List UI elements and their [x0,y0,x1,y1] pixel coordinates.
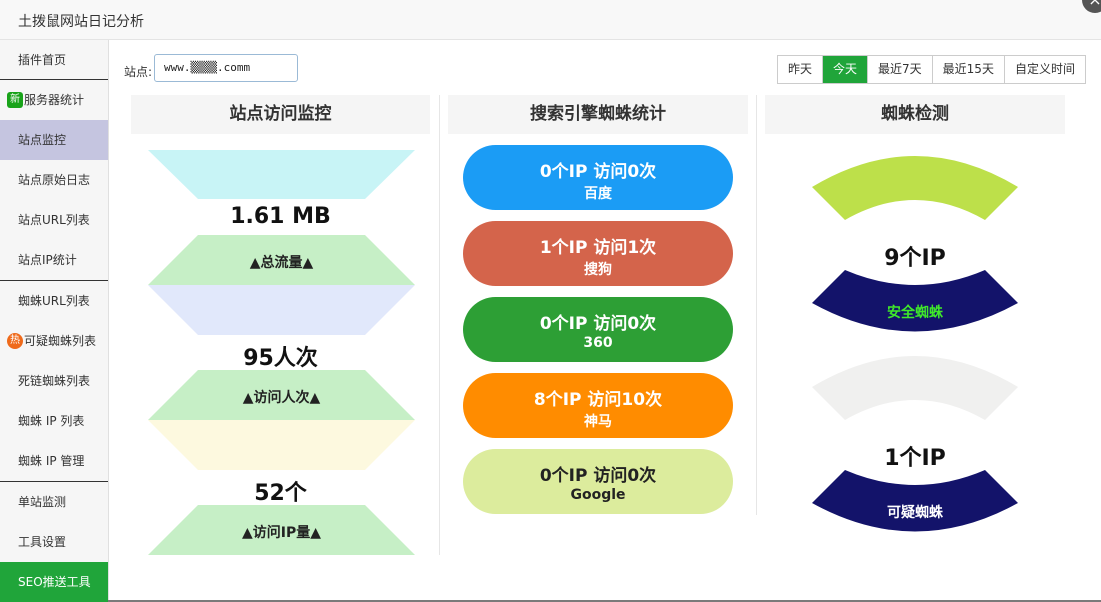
sogou-name: 搜狗 [584,262,612,278]
traffic-funnel-top [148,150,415,199]
shenma-stats: 8个IP 访问10次 [533,390,663,410]
plugin-window: 土拨鼠网站日记分析 × 插件首页 新服务器统计 站点监控 站点原始日志 站点UR… [0,0,1101,602]
baidu-name: 百度 [584,186,612,202]
ip-label: ▲访问IP量▲ [241,525,321,541]
sogou-pill[interactable]: 1个IP 访问1次搜狗 [463,221,733,286]
traffic-label: ▲总流量▲ [249,255,314,271]
suspicious-spider-count: 1个IP [884,446,946,471]
safe-arc-top [812,156,1018,220]
suspicious-spider-label[interactable]: 可疑蜘蛛 [812,502,1018,522]
suspicious-arc-bottom [812,470,1018,532]
shenma-pill[interactable]: 8个IP 访问10次神马 [463,373,733,438]
sogou-stats: 1个IP 访问1次 [539,238,657,258]
visits-value: 95人次 [243,346,318,371]
ip-funnel-top [148,420,415,470]
safe-spider-count: 9个IP [884,246,946,271]
visits-label: ▲访问人次▲ [242,390,321,406]
so360-name: 360 [583,335,613,351]
suspicious-arc-top [812,356,1018,420]
so360-pill[interactable]: 0个IP 访问0次 360 [463,297,733,362]
shenma-name: 神马 [584,414,612,430]
google-stats: 0个IP 访问0次 [539,466,657,486]
visits-funnel-top [148,285,415,335]
safe-spider-label[interactable]: 安全蜘蛛 [812,302,1018,322]
baidu-stats: 0个IP 访问0次 [539,162,657,182]
google-pill[interactable]: 0个IP 访问0次 Google [463,449,733,514]
so360-stats: 0个IP 访问0次 [539,314,657,334]
baidu-pill[interactable]: 0个IP 访问0次百度 [463,145,733,210]
traffic-value: 1.61 MB [230,204,331,229]
safe-arc-bottom [812,270,1018,332]
ip-value: 52个 [254,481,307,506]
google-name: Google [570,487,626,503]
